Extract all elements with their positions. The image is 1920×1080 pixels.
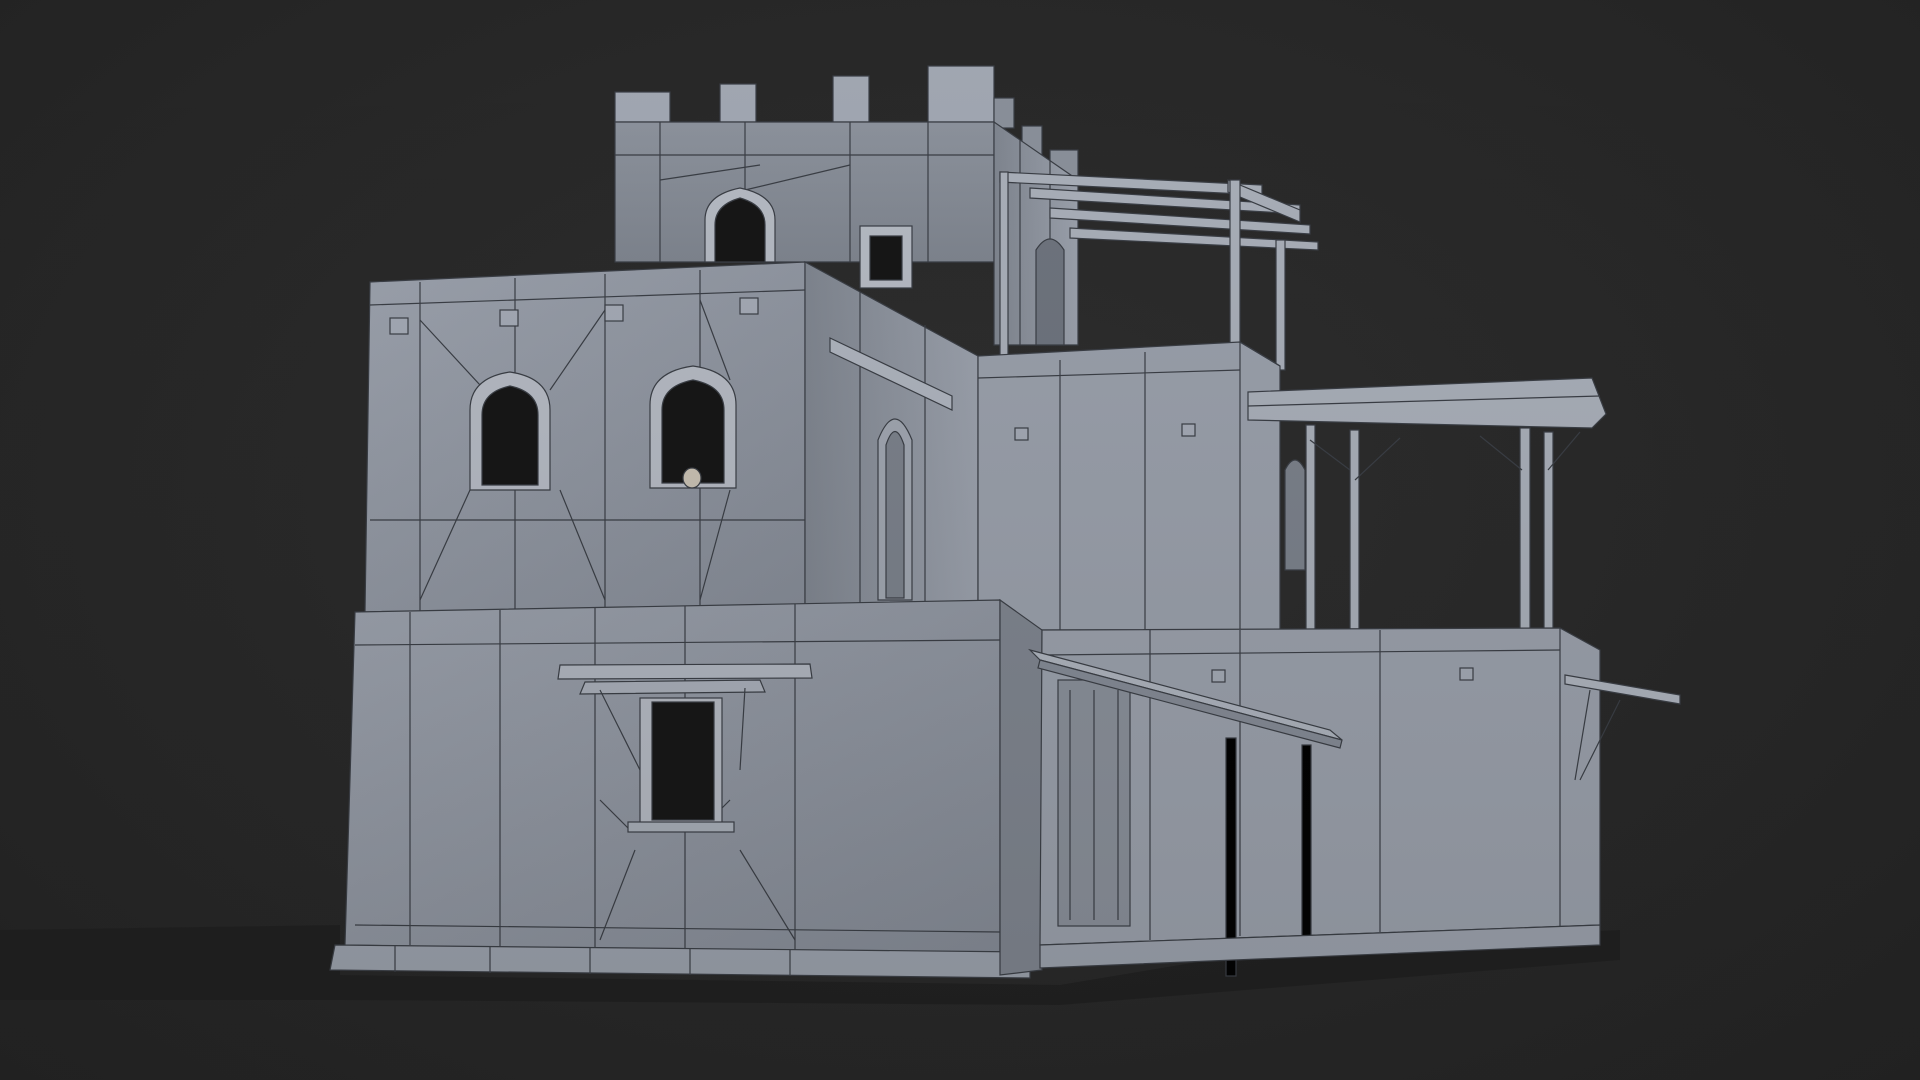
house-render xyxy=(0,0,1920,1080)
viewport xyxy=(0,0,1920,1080)
ambient-overlay xyxy=(0,0,1920,1080)
